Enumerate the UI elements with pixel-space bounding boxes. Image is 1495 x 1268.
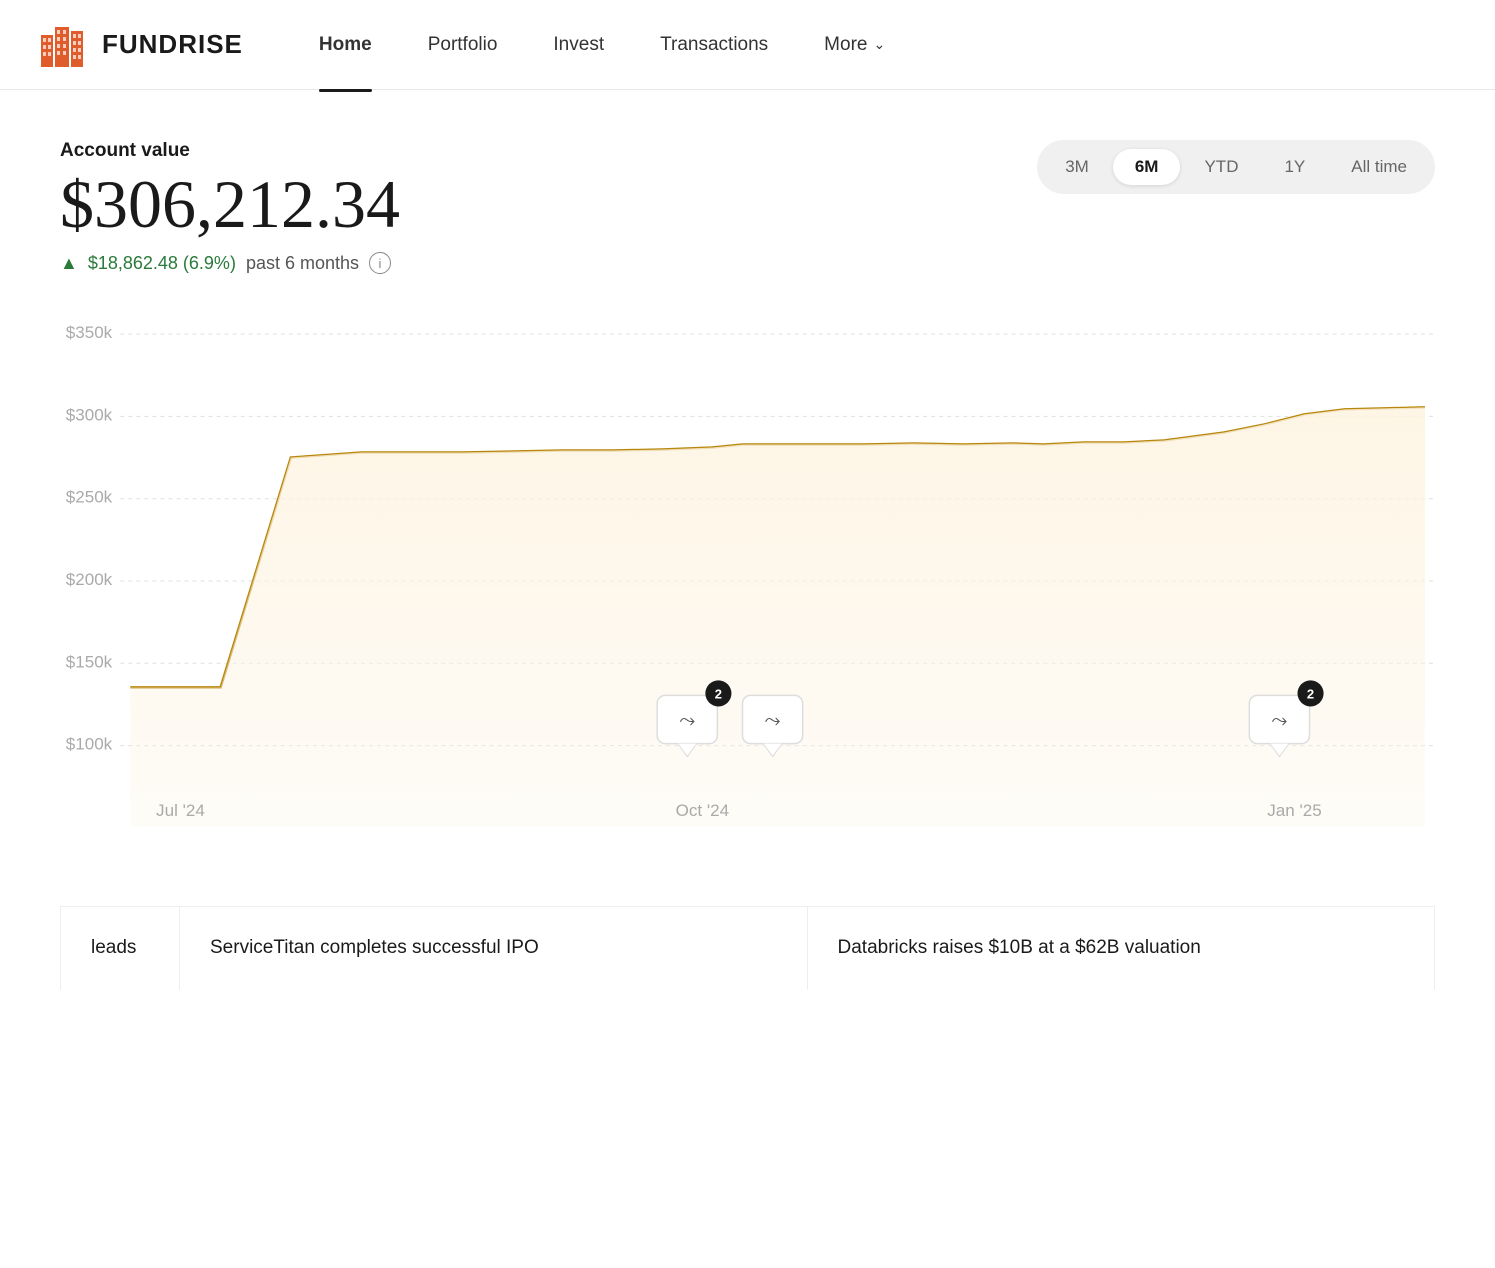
- account-change: ▲ $18,862.48 (6.9%) past 6 months i: [60, 252, 400, 274]
- time-btn-alltime[interactable]: All time: [1329, 149, 1429, 185]
- svg-text:Oct '24: Oct '24: [676, 801, 729, 820]
- logo[interactable]: FUNDRISE: [40, 23, 243, 67]
- svg-text:$250k: $250k: [66, 488, 113, 507]
- news-card-2-title: Databricks raises $10B at a $62B valuati…: [838, 935, 1405, 962]
- info-icon[interactable]: i: [369, 252, 391, 274]
- news-card-1[interactable]: ServiceTitan completes successful IPO: [180, 907, 808, 990]
- main-content: Account value $306,212.34 ▲ $18,862.48 (…: [0, 90, 1495, 990]
- svg-text:⤳: ⤳: [1271, 710, 1287, 732]
- account-left: Account value $306,212.34 ▲ $18,862.48 (…: [60, 140, 400, 274]
- fundrise-logo-icon: [40, 23, 92, 67]
- svg-text:2: 2: [1307, 686, 1314, 701]
- svg-text:2: 2: [715, 686, 722, 701]
- time-btn-3m[interactable]: 3M: [1043, 149, 1111, 185]
- time-btn-6m[interactable]: 6M: [1113, 149, 1181, 185]
- account-chart: $350k $300k $250k $200k $150k $100k: [60, 304, 1435, 866]
- svg-text:$300k: $300k: [66, 405, 113, 424]
- chart-container: $350k $300k $250k $200k $150k $100k: [60, 304, 1435, 866]
- svg-text:$200k: $200k: [66, 570, 113, 589]
- nav-more[interactable]: More ⌄: [796, 26, 913, 64]
- news-card-1-title: ServiceTitan completes successful IPO: [210, 935, 777, 962]
- news-section: leads ServiceTitan completes successful …: [60, 906, 1435, 990]
- nav-links: Home Portfolio Invest Transactions More …: [291, 26, 913, 64]
- time-btn-ytd[interactable]: YTD: [1182, 149, 1260, 185]
- logo-text: FUNDRISE: [102, 29, 243, 60]
- chevron-down-icon: ⌄: [873, 36, 885, 53]
- nav-portfolio[interactable]: Portfolio: [400, 26, 526, 64]
- nav-home[interactable]: Home: [291, 26, 400, 64]
- svg-text:$150k: $150k: [66, 652, 113, 671]
- account-header: Account value $306,212.34 ▲ $18,862.48 (…: [60, 140, 1435, 274]
- time-range-selector: 3M 6M YTD 1Y All time: [1037, 140, 1435, 194]
- news-card-2[interactable]: Databricks raises $10B at a $62B valuati…: [808, 907, 1436, 990]
- change-period: past 6 months: [246, 253, 359, 274]
- svg-text:Jul '24: Jul '24: [156, 801, 205, 820]
- svg-text:$350k: $350k: [66, 323, 113, 342]
- nav-invest[interactable]: Invest: [525, 26, 632, 64]
- svg-text:Jan '25: Jan '25: [1267, 801, 1321, 820]
- navbar: FUNDRISE Home Portfolio Invest Transacti…: [0, 0, 1495, 90]
- time-btn-1y[interactable]: 1Y: [1262, 149, 1327, 185]
- account-value: $306,212.34: [60, 170, 400, 238]
- nav-transactions[interactable]: Transactions: [632, 26, 796, 64]
- svg-text:⤳: ⤳: [765, 710, 781, 732]
- change-amount: $18,862.48 (6.9%): [88, 253, 236, 274]
- news-card-partial-title: leads: [91, 935, 149, 962]
- account-label: Account value: [60, 140, 400, 162]
- svg-text:⤳: ⤳: [679, 710, 695, 732]
- news-card-partial[interactable]: leads: [60, 907, 180, 990]
- up-arrow-icon: ▲: [60, 253, 78, 274]
- svg-text:$100k: $100k: [66, 735, 113, 754]
